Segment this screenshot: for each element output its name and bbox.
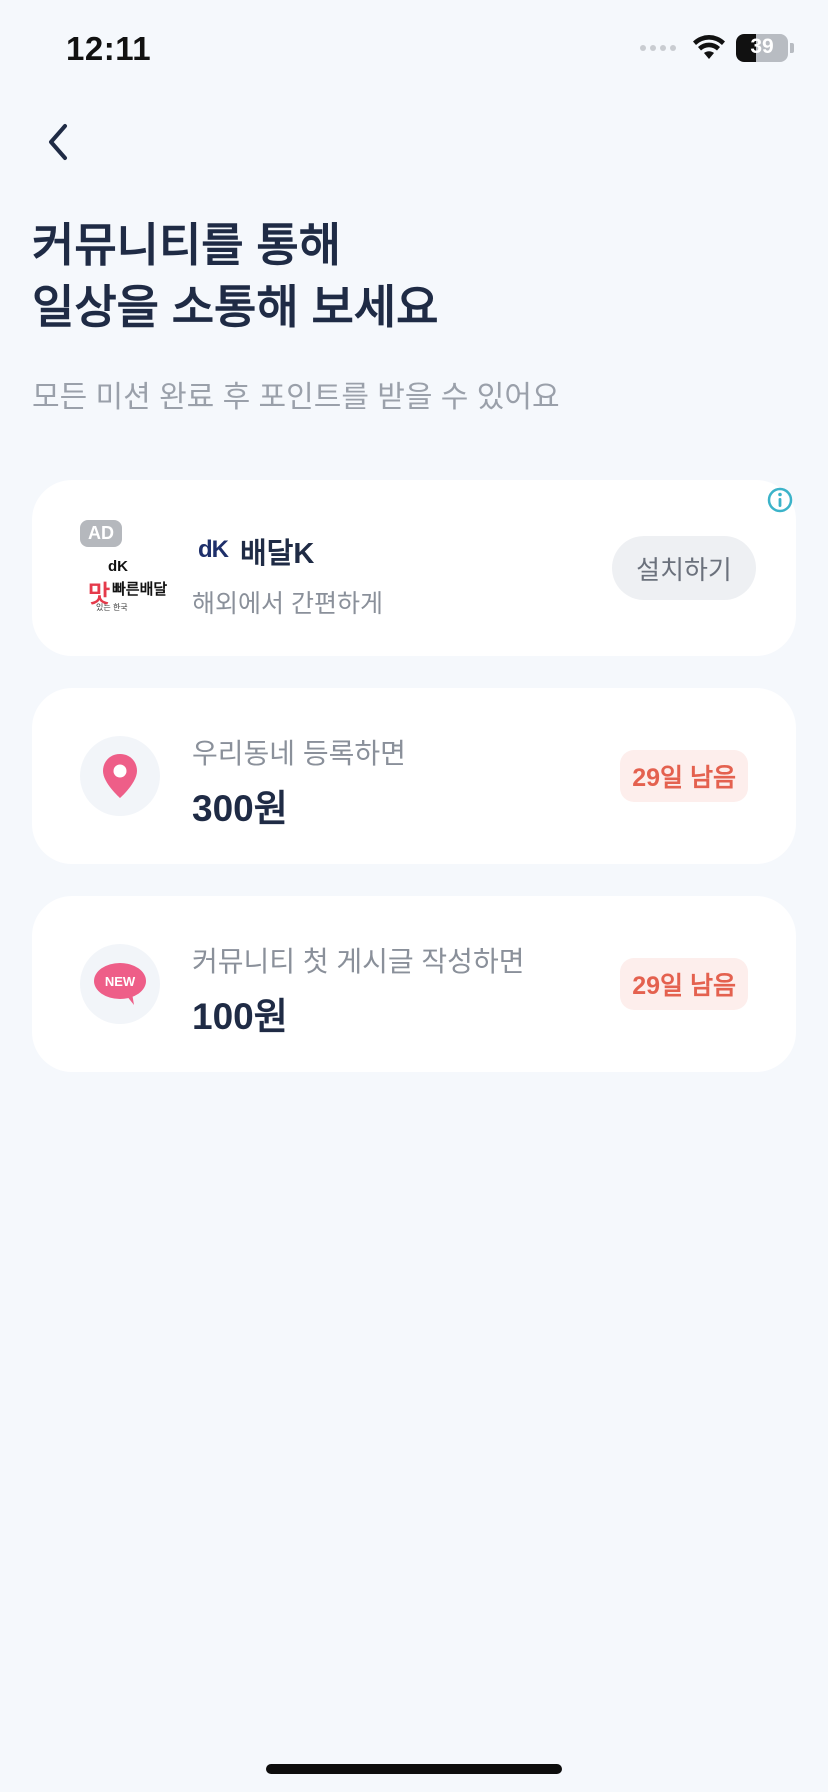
new-icon-text: NEW bbox=[105, 974, 136, 989]
mission-label: 커뮤니티 첫 게시글 작성하면 bbox=[192, 946, 525, 977]
mission-reward-amount: 100원 bbox=[192, 996, 288, 1037]
info-icon bbox=[767, 487, 793, 513]
mission-days-left-badge: 29일 남음 bbox=[620, 750, 748, 802]
ad-description: 해외에서 간편하게 bbox=[192, 590, 383, 618]
mission-icon-wrap bbox=[80, 736, 160, 816]
cellular-signal-icon bbox=[640, 45, 676, 51]
mission-card-neighborhood[interactable]: 우리동네 등록하면 300원 29일 남음 bbox=[32, 688, 796, 864]
mission-reward-amount: 300원 bbox=[192, 788, 288, 829]
back-button[interactable] bbox=[30, 114, 86, 170]
home-indicator bbox=[266, 1764, 562, 1774]
status-time: 12:11 bbox=[66, 30, 152, 67]
ad-info-button[interactable] bbox=[764, 484, 796, 516]
ad-brand-logo-text: dK bbox=[198, 536, 229, 563]
mission-label: 우리동네 등록하면 bbox=[192, 738, 406, 769]
page-title-line-2: 일상을 소통해 보세요 bbox=[32, 281, 439, 333]
page-title-line-1: 커뮤니티를 통해 bbox=[32, 219, 342, 271]
new-speech-bubble-icon: NEW bbox=[94, 963, 146, 1005]
page-title: 커뮤니티를 통해 일상을 소통해 보세요 bbox=[32, 214, 792, 338]
status-bar: 12:11 39 bbox=[0, 0, 828, 100]
install-button[interactable]: 설치하기 bbox=[612, 536, 756, 600]
battery-icon: 39 bbox=[736, 34, 788, 62]
ad-brand-logo: dK bbox=[198, 536, 229, 564]
ad-thumb-headline: 빠른배달 bbox=[112, 581, 168, 598]
page-subtitle: 모든 미션 완료 후 포인트를 받을 수 있어요 bbox=[32, 381, 560, 414]
mission-icon-wrap: NEW bbox=[80, 944, 160, 1024]
status-icons: 39 bbox=[640, 34, 794, 62]
ad-title: 배달K bbox=[240, 538, 315, 570]
ad-badge: AD bbox=[80, 520, 122, 547]
chevron-left-icon bbox=[49, 124, 67, 160]
ad-thumb-logo: dK bbox=[108, 558, 128, 575]
mission-days-left-badge: 29일 남음 bbox=[620, 958, 748, 1010]
location-pin-icon bbox=[103, 754, 137, 798]
ad-card[interactable]: dK 맛 빠른배달 있는 한국 AD dK 배달K 해외에서 간편하게 설치하기 bbox=[32, 480, 796, 656]
battery-level: 39 bbox=[750, 35, 774, 58]
ad-thumb-sub: 있는 한국 bbox=[96, 603, 128, 612]
wifi-icon bbox=[693, 35, 725, 59]
mission-card-first-post[interactable]: NEW 커뮤니티 첫 게시글 작성하면 100원 29일 남음 bbox=[32, 896, 796, 1072]
